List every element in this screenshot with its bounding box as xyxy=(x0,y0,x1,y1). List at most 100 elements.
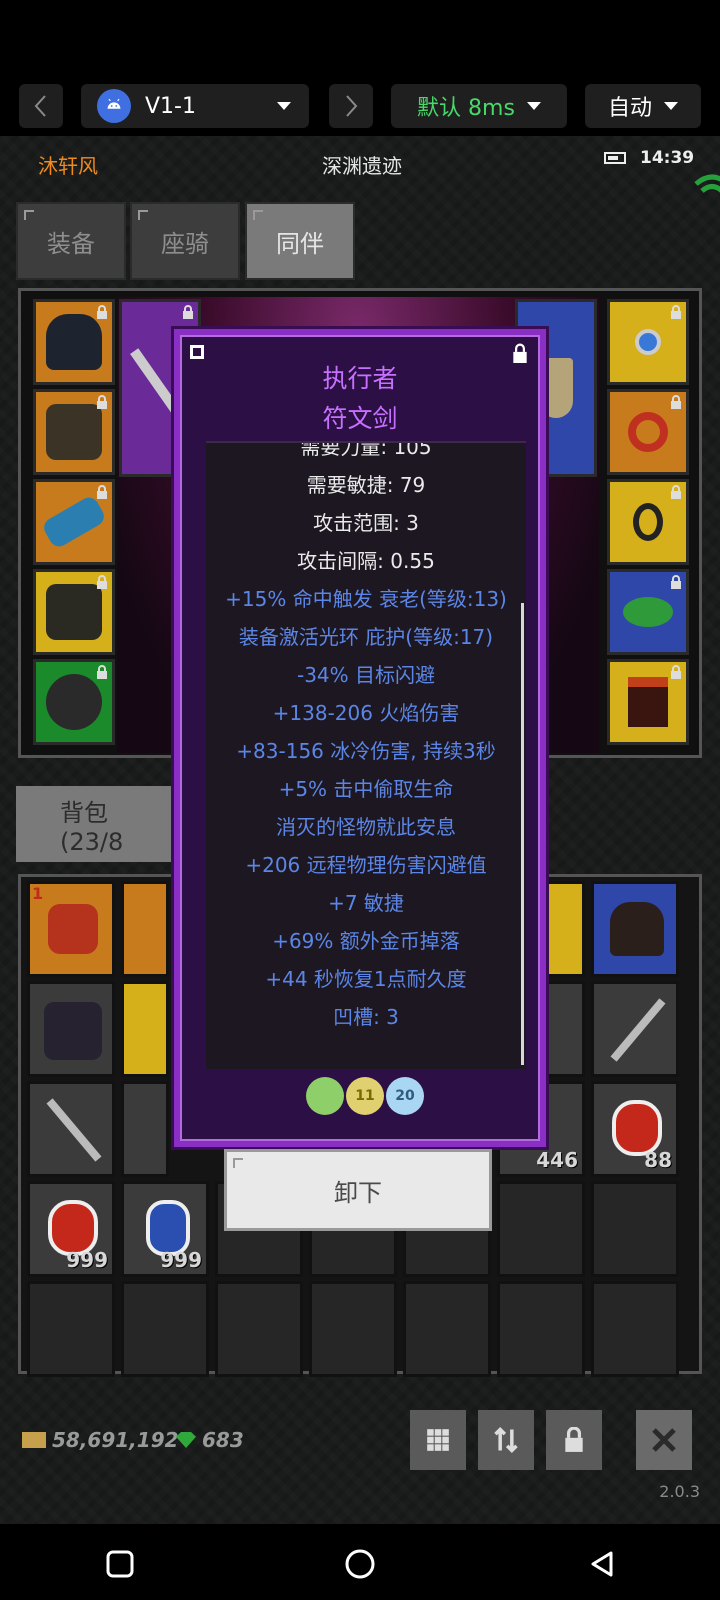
stat-line: 装备激活光环 庇护(等级:17) xyxy=(238,625,494,649)
socket-gem-blue: 20 xyxy=(386,1077,424,1115)
network-selector[interactable]: 默认 8ms xyxy=(391,84,567,128)
amulet-icon xyxy=(635,329,661,355)
item-badge: 1 xyxy=(32,884,44,903)
stat-line: 攻击间隔: 0.55 xyxy=(297,549,435,573)
lock-icon xyxy=(671,485,681,499)
lock-toggle-button[interactable] xyxy=(546,1410,602,1470)
bag-slot[interactable]: 999 xyxy=(27,1181,115,1277)
tab-label: 装备 xyxy=(47,229,95,258)
network-latency: 默认 8ms xyxy=(417,96,515,121)
close-button[interactable] xyxy=(636,1410,692,1470)
gem-display: 683 xyxy=(176,1428,244,1452)
bag-slot[interactable] xyxy=(309,1281,397,1377)
game-status-bar: 沐轩风 深渊遗迹 14:39 xyxy=(0,136,720,193)
bag-slot[interactable] xyxy=(121,1081,169,1177)
equip-slot-amulet[interactable] xyxy=(607,299,689,385)
bag-slot[interactable] xyxy=(497,1181,585,1277)
wifi-signal-icon xyxy=(694,174,720,193)
bag-slot[interactable]: 88 xyxy=(591,1081,679,1177)
circle-icon xyxy=(345,1549,375,1579)
ring-icon xyxy=(628,412,668,452)
equip-slot-helmet[interactable] xyxy=(33,299,115,385)
equip-slot-ring-1[interactable] xyxy=(607,389,689,475)
lock-icon xyxy=(97,575,107,589)
tab-companion[interactable]: 同伴 xyxy=(245,202,355,280)
lock-icon xyxy=(671,395,681,409)
mode-label: 自动 xyxy=(607,96,652,121)
equip-slot-belt[interactable] xyxy=(33,659,115,745)
bag-slot[interactable] xyxy=(27,1081,115,1177)
gloves-icon xyxy=(40,494,108,550)
forward-arrow-button[interactable] xyxy=(329,84,373,128)
unequip-button[interactable]: 卸下 xyxy=(224,1149,492,1231)
location-name: 深渊遗迹 xyxy=(322,154,402,178)
back-arrow-button[interactable] xyxy=(19,84,63,128)
recents-button[interactable] xyxy=(96,1540,144,1588)
equip-slot-armor[interactable] xyxy=(33,389,115,475)
item-quantity: 88 xyxy=(644,1148,672,1172)
lock-icon xyxy=(565,1427,583,1452)
equip-slot-gloves[interactable] xyxy=(33,479,115,565)
bag-slot[interactable] xyxy=(121,881,169,977)
lock-icon xyxy=(97,395,107,409)
bag-slot[interactable] xyxy=(591,881,679,977)
equip-slot-charm[interactable] xyxy=(607,569,689,655)
player-name: 沐轩风 xyxy=(38,154,98,178)
bag-slot[interactable] xyxy=(591,981,679,1077)
grid-sort-button[interactable] xyxy=(410,1410,466,1470)
stat-line: +5% 击中偷取生命 xyxy=(278,777,454,801)
tab-backpack[interactable]: 背包 (23/8 xyxy=(16,786,176,862)
bag-slot[interactable]: 1 xyxy=(27,881,115,977)
bag-slot[interactable] xyxy=(121,1281,209,1377)
item-type: 符文剑 xyxy=(322,404,398,433)
stat-line: 凹槽: 3 xyxy=(333,1005,399,1029)
mode-selector[interactable]: 自动 xyxy=(585,84,701,128)
bag-slot[interactable] xyxy=(591,1281,679,1377)
bag-slot[interactable] xyxy=(215,1281,303,1377)
stat-line: 攻击范围: 3 xyxy=(313,511,419,535)
stat-line: +69% 额外金币掉落 xyxy=(272,929,460,953)
lock-icon xyxy=(97,665,107,679)
bag-slot[interactable] xyxy=(497,1281,585,1377)
device-selector[interactable]: V1-1 xyxy=(81,84,309,128)
lock-icon xyxy=(97,305,107,319)
lock-icon xyxy=(671,665,681,679)
item-stat-list[interactable]: 需要力量: 105 需要敏捷: 79 攻击范围: 3 攻击间隔: 0.55 +1… xyxy=(206,441,526,1069)
tab-equipment[interactable]: 装备 xyxy=(16,202,126,280)
scrollbar[interactable] xyxy=(521,603,524,1065)
battery-icon xyxy=(604,152,626,164)
bag-slot[interactable]: 999 xyxy=(121,1181,209,1277)
tab-mount[interactable]: 座骑 xyxy=(130,202,240,280)
equip-slot-boots[interactable] xyxy=(33,569,115,655)
bag-slot[interactable] xyxy=(591,1181,679,1277)
bag-slot[interactable] xyxy=(27,1281,115,1377)
equip-slot-cloak[interactable] xyxy=(607,659,689,745)
home-button[interactable] xyxy=(336,1540,384,1588)
stat-line: +7 敏捷 xyxy=(328,891,404,915)
stat-line: 消灭的怪物就此安息 xyxy=(276,815,456,839)
chevron-right-icon xyxy=(346,95,358,117)
sword-item-icon xyxy=(610,998,666,1062)
item-quantity: 999 xyxy=(66,1248,108,1272)
equip-slot-ring-2[interactable] xyxy=(607,479,689,565)
tab-label: 座骑 xyxy=(161,229,209,258)
boots-icon xyxy=(46,584,102,640)
stat-line: 需要力量: 105 xyxy=(300,441,432,459)
lock-icon xyxy=(183,305,193,319)
socket-gem-green xyxy=(306,1077,344,1115)
gem-amount: 683 xyxy=(202,1428,244,1452)
stat-line: 需要敏捷: 79 xyxy=(306,473,426,497)
system-navigation-bar xyxy=(0,1528,720,1600)
cloak-icon xyxy=(628,677,668,727)
sort-button[interactable] xyxy=(478,1410,534,1470)
chevron-left-icon xyxy=(34,95,46,117)
back-button[interactable] xyxy=(578,1540,626,1588)
bag-slot[interactable] xyxy=(121,981,169,1077)
bag-slot[interactable] xyxy=(403,1281,491,1377)
lock-icon xyxy=(671,305,681,319)
stat-line: +15% 命中触发 衰老(等级:13) xyxy=(225,587,507,611)
sort-arrows-icon xyxy=(494,1427,518,1453)
stat-line: +44 秒恢复1点耐久度 xyxy=(265,967,467,991)
corner-decoration xyxy=(190,345,204,359)
bag-slot[interactable] xyxy=(27,981,115,1077)
